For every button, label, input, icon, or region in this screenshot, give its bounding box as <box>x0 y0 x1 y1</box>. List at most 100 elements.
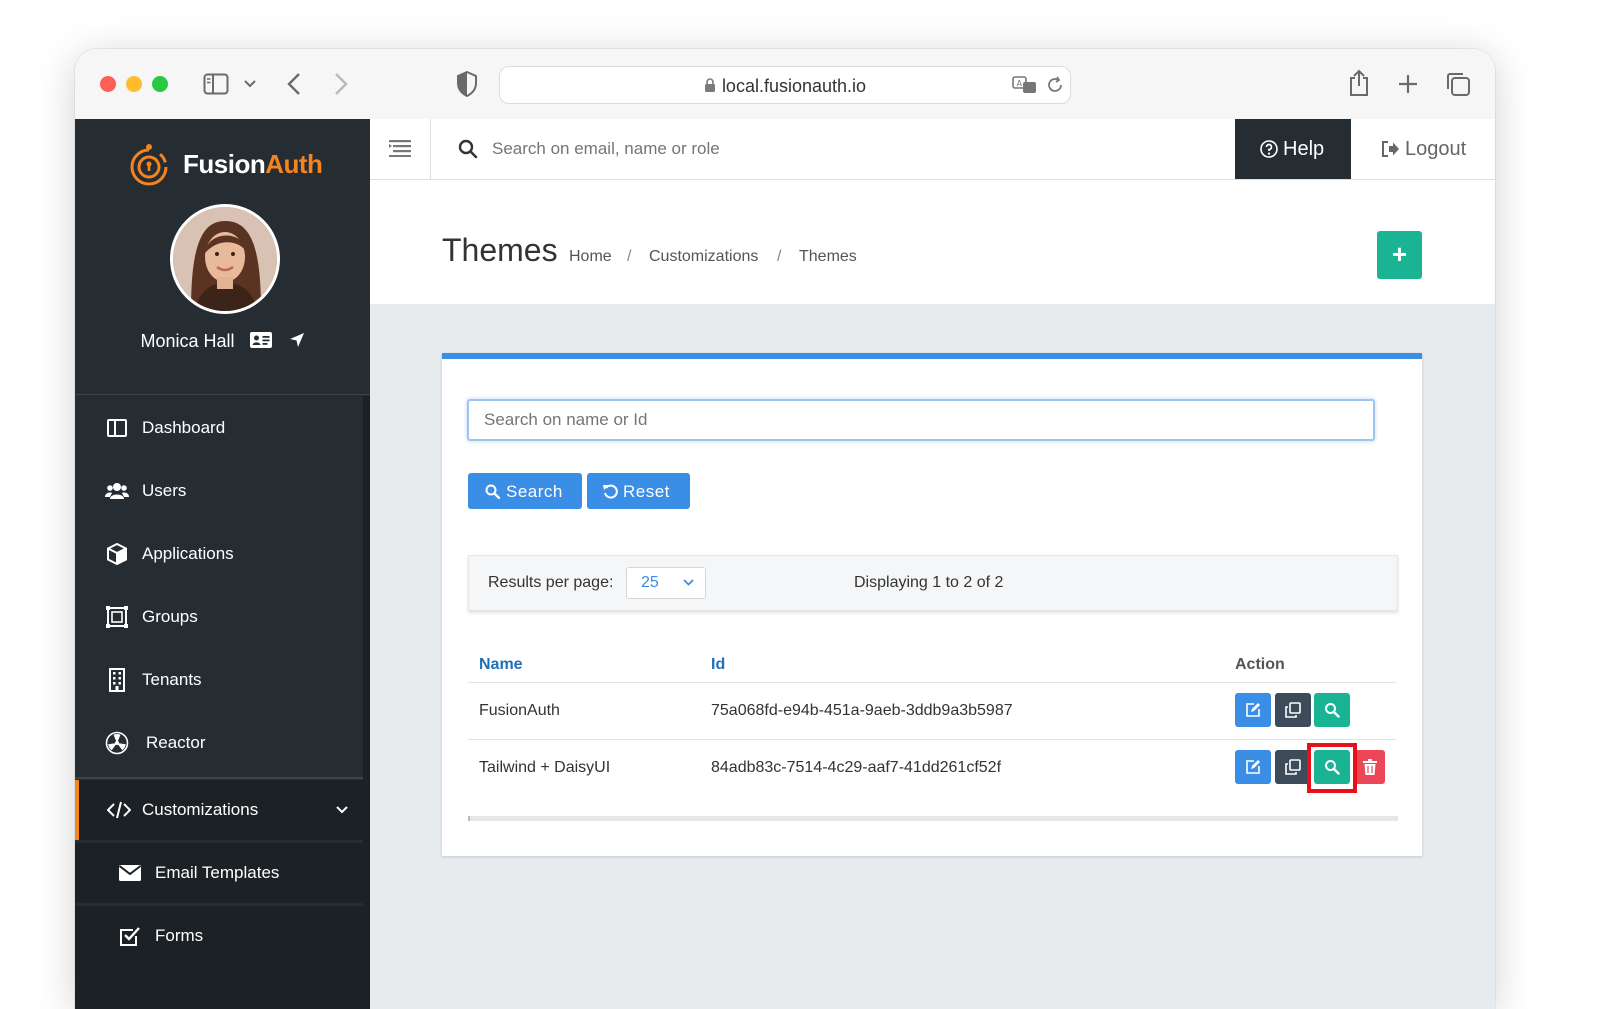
sidebar-divider <box>75 777 363 779</box>
sidebar-item-email-templates[interactable]: Email Templates <box>75 843 363 903</box>
fusionauth-logo-icon <box>130 144 168 186</box>
reload-icon[interactable] <box>1046 76 1064 94</box>
global-search-input[interactable] <box>492 139 1192 159</box>
envelope-icon <box>118 865 142 881</box>
sidebar-item-customizations[interactable]: Customizations <box>75 780 363 840</box>
sidebar-item-forms[interactable]: Forms <box>75 906 363 1009</box>
edit-icon <box>1246 760 1260 774</box>
duplicate-button[interactable] <box>1275 750 1311 784</box>
tab-overview-icon[interactable] <box>1445 71 1471 97</box>
add-theme-button[interactable]: + <box>1377 231 1422 279</box>
results-per-page-label: Results per page: <box>488 574 614 591</box>
menu-toggle-button[interactable] <box>370 119 431 179</box>
svg-text:A: A <box>1017 79 1023 88</box>
delete-button[interactable] <box>1355 750 1385 784</box>
duplicate-button[interactable] <box>1275 693 1311 727</box>
breadcrumb-separator: / <box>777 248 782 265</box>
dashboard-icon <box>107 419 127 437</box>
location-arrow-icon[interactable] <box>289 332 305 348</box>
sign-out-icon <box>1382 141 1399 157</box>
translate-icon[interactable]: A <box>1012 76 1038 94</box>
address-bar[interactable]: local.fusionauth.io A <box>499 66 1071 104</box>
top-bar: Help Logout <box>370 119 1495 180</box>
brand-name: FusionAuth <box>183 149 323 179</box>
copy-icon <box>1285 759 1301 775</box>
code-icon <box>107 801 131 819</box>
edit-icon <box>1246 703 1260 717</box>
share-icon[interactable] <box>1348 69 1370 97</box>
question-circle-icon <box>1260 140 1278 158</box>
id-card-icon[interactable] <box>249 332 272 348</box>
help-button[interactable]: Help <box>1235 119 1351 179</box>
sidebar-item-reactor[interactable]: Reactor <box>75 713 363 773</box>
users-icon <box>105 483 129 499</box>
results-per-page-select[interactable]: 25 <box>626 567 706 599</box>
building-icon <box>109 668 125 692</box>
avatar-portrait <box>173 207 277 311</box>
displaying-count: Displaying 1 to 2 of 2 <box>854 574 1004 591</box>
sidebar-toggle-icon[interactable] <box>203 73 229 95</box>
column-header-action: Action <box>1235 656 1285 673</box>
sidebar-item-groups[interactable]: Groups <box>75 587 363 647</box>
browser-window: local.fusionauth.io A FusionAuth Monica … <box>75 49 1495 1009</box>
reset-button[interactable]: Reset <box>587 473 690 509</box>
sidebar-divider <box>75 394 370 395</box>
close-window-button[interactable] <box>100 76 116 92</box>
groups-icon <box>106 606 128 628</box>
chevron-down-icon[interactable] <box>244 80 256 88</box>
view-button-highlight <box>1307 743 1357 793</box>
forward-icon[interactable] <box>334 72 348 96</box>
pagination-bar: Results per page: 25 Displaying 1 to 2 o… <box>468 555 1398 611</box>
table-divider <box>468 682 1396 683</box>
copy-icon <box>1285 702 1301 718</box>
theme-id: 84adb83c-7514-4c29-aaf7-41dd261cf52f <box>711 759 1002 776</box>
url-text: local.fusionauth.io <box>500 76 1070 97</box>
breadcrumb-themes: Themes <box>799 248 857 265</box>
search-button[interactable]: Search <box>468 473 582 509</box>
back-icon[interactable] <box>287 72 301 96</box>
edit-button[interactable] <box>1235 750 1271 784</box>
zoom-window-button[interactable] <box>152 76 168 92</box>
table-divider <box>468 739 1396 740</box>
column-header-name[interactable]: Name <box>479 656 523 674</box>
lock-icon <box>704 78 715 92</box>
search-icon <box>485 484 500 499</box>
breadcrumb-separator: / <box>627 248 632 265</box>
themes-panel: Search Reset Results per page: 25 Displa… <box>442 353 1422 856</box>
user-name-row: Monica Hall <box>75 331 370 352</box>
browser-toolbar: local.fusionauth.io A <box>75 49 1495 120</box>
shield-icon[interactable] <box>457 71 477 97</box>
checkbox-icon <box>120 927 140 946</box>
page-title: Themes <box>442 232 558 268</box>
sidebar: FusionAuth Monica Hall Dashboard Users A… <box>75 119 370 1009</box>
chevron-down-icon <box>683 579 694 586</box>
sidebar-scrollbar[interactable] <box>363 396 370 1009</box>
edit-button[interactable] <box>1235 693 1271 727</box>
theme-name: FusionAuth <box>479 702 560 719</box>
view-button[interactable] <box>1314 693 1350 727</box>
logout-button[interactable]: Logout <box>1351 119 1495 179</box>
theme-id: 75a068fd-e94b-451a-9aeb-3ddb9a3b5987 <box>711 702 1013 719</box>
page-header: Themes Home / Customizations / Themes + <box>370 180 1495 304</box>
column-header-id[interactable]: Id <box>711 656 725 674</box>
cube-icon <box>107 542 127 566</box>
sidebar-item-tenants[interactable]: Tenants <box>75 650 363 710</box>
sidebar-item-dashboard[interactable]: Dashboard <box>75 398 363 458</box>
sidebar-item-applications[interactable]: Applications <box>75 524 363 584</box>
breadcrumb-customizations[interactable]: Customizations <box>649 248 758 266</box>
minimize-window-button[interactable] <box>126 76 142 92</box>
sidebar-item-users[interactable]: Users <box>75 461 363 521</box>
undo-icon <box>603 484 618 499</box>
search-icon <box>458 139 478 159</box>
theme-name: Tailwind + DaisyUI <box>479 759 611 776</box>
radiation-icon <box>105 731 129 755</box>
horizontal-scrollbar[interactable] <box>468 816 1398 821</box>
trash-icon <box>1363 759 1377 775</box>
new-tab-icon[interactable] <box>1397 73 1419 95</box>
search-icon <box>1325 703 1340 718</box>
chevron-down-icon <box>336 806 348 814</box>
theme-search-input[interactable] <box>467 399 1375 441</box>
avatar[interactable] <box>170 204 280 314</box>
breadcrumb-home[interactable]: Home <box>569 248 612 266</box>
menu-icon <box>389 140 411 157</box>
